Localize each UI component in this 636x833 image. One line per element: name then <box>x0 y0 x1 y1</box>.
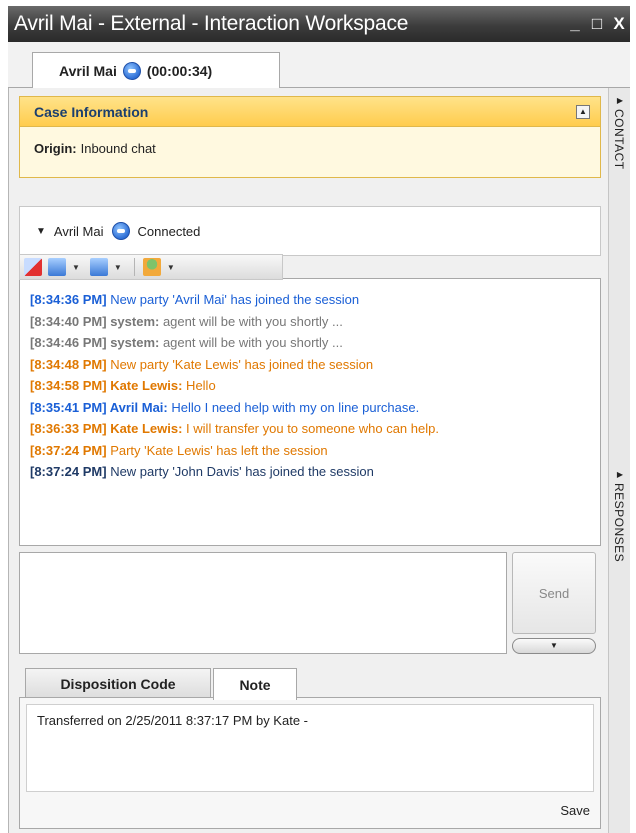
party-bar: ▼ Avril Mai Connected <box>19 206 601 256</box>
conference-icon[interactable] <box>89 258 108 276</box>
responses-panel-tab[interactable]: ▶ RESPONSES <box>609 470 631 562</box>
collapse-arrow-icon[interactable]: ▲ <box>576 105 590 119</box>
origin-label: Origin: <box>34 141 77 156</box>
message-timestamp: [8:34:36 PM] <box>30 292 107 307</box>
chat-transcript[interactable]: [8:34:36 PM] New party 'Avril Mai' has j… <box>19 278 601 546</box>
chat-message: [8:34:48 PM] New party 'Kate Lewis' has … <box>30 354 600 376</box>
transfer-icon[interactable] <box>48 258 66 276</box>
message-text: New party 'Kate Lewis' has joined the se… <box>106 356 374 372</box>
message-sender: Avril Mai: <box>106 399 168 415</box>
tab-avril-mai[interactable]: Avril Mai (00:00:34) <box>32 52 280 89</box>
tab-note[interactable]: Note <box>213 668 297 700</box>
message-text: New party 'John Davis' has joined the se… <box>106 464 374 479</box>
message-sender: Kate Lewis: <box>106 378 183 393</box>
consult-dropdown-arrow[interactable]: ▼ <box>167 263 175 272</box>
chat-message: [8:35:41 PM] Avril Mai: Hello I need hel… <box>30 397 600 419</box>
tab-timer: (00:00:34) <box>146 63 213 79</box>
case-information-title: Case Information <box>34 103 149 120</box>
message-timestamp: [8:34:48 PM] <box>30 356 107 372</box>
close-button[interactable]: X <box>608 14 630 34</box>
interaction-workspace-window: Avril Mai - External - Interaction Works… <box>0 0 636 833</box>
chat-message: [8:36:33 PM] Kate Lewis: I will transfer… <box>30 418 600 440</box>
message-timestamp: [8:34:46 PM] <box>30 335 107 350</box>
chat-icon <box>122 62 141 80</box>
note-panel: Transferred on 2/25/2011 8:37:17 PM by K… <box>19 697 601 829</box>
note-textarea[interactable]: Transferred on 2/25/2011 8:37:17 PM by K… <box>26 704 594 792</box>
expand-arrow-icon: ▶ <box>616 96 624 105</box>
chat-message: [8:34:40 PM] system: agent will be with … <box>30 311 600 333</box>
contact-panel-tab[interactable]: ▶ CONTACT <box>609 96 631 170</box>
message-text: Hello <box>182 378 216 393</box>
chat-message: [8:34:36 PM] New party 'Avril Mai' has j… <box>30 289 600 311</box>
transfer-dropdown-arrow[interactable]: ▼ <box>72 263 80 272</box>
bottom-tab-strip: Disposition Code Note <box>19 666 601 700</box>
title-bar[interactable]: Avril Mai - External - Interaction Works… <box>8 6 630 42</box>
case-information-header[interactable]: Case Information ▲ <box>20 97 600 127</box>
toolbar-separator <box>133 258 135 276</box>
chat-status-icon <box>111 222 130 240</box>
chat-message: [8:37:24 PM] New party 'John Davis' has … <box>30 461 600 483</box>
chat-toolbar: ▼ ▼ ▼ <box>19 254 283 280</box>
message-timestamp: [8:37:24 PM] <box>30 442 107 458</box>
message-timestamp: [8:36:33 PM] <box>30 421 107 436</box>
message-sender: system: <box>106 313 160 329</box>
end-chat-icon[interactable] <box>24 258 42 276</box>
message-text: New party 'Avril Mai' has joined the ses… <box>106 292 360 307</box>
tab-disposition-code[interactable]: Disposition Code <box>25 668 211 699</box>
expand-arrow-icon: ▶ <box>616 470 624 479</box>
conference-dropdown-arrow[interactable]: ▼ <box>114 263 122 272</box>
origin-value: Inbound chat <box>80 141 156 156</box>
contact-label: CONTACT <box>612 109 626 170</box>
side-panel-bar: ▶ CONTACT ▶ RESPONSES <box>608 88 630 833</box>
message-sender: system: <box>106 335 160 350</box>
party-name[interactable]: Avril Mai <box>54 224 104 239</box>
main-panel: Case Information ▲ Origin: Inbound chat ▼… <box>8 88 608 833</box>
message-timestamp: [8:34:40 PM] <box>30 313 107 329</box>
message-text: agent will be with you shortly ... <box>159 335 343 350</box>
save-button[interactable]: Save <box>560 803 590 818</box>
send-button[interactable]: Send <box>512 552 596 634</box>
interaction-tab-strip: Avril Mai (00:00:34) <box>8 42 630 89</box>
chat-message: [8:34:58 PM] Kate Lewis: Hello <box>30 375 600 397</box>
message-timestamp: [8:37:24 PM] <box>30 464 107 479</box>
message-timestamp: [8:35:41 PM] <box>30 399 107 415</box>
window-title: Avril Mai - External - Interaction Works… <box>14 12 409 35</box>
case-information-panel: Case Information ▲ Origin: Inbound chat <box>19 96 601 178</box>
tab-label: Avril Mai <box>59 63 117 79</box>
chat-message: [8:37:24 PM] Party 'Kate Lewis' has left… <box>30 440 600 462</box>
message-text: Hello I need help with my on line purcha… <box>167 399 420 415</box>
message-text: Party 'Kate Lewis' has left the session <box>106 442 328 458</box>
send-options-dropdown[interactable]: ▼ <box>512 638 596 654</box>
party-status: Connected <box>137 223 201 239</box>
minimize-button[interactable]: _ <box>564 14 586 34</box>
maximize-button[interactable]: □ <box>586 14 608 34</box>
message-sender: Kate Lewis: <box>106 421 183 436</box>
consult-icon[interactable] <box>142 258 161 276</box>
message-timestamp: [8:34:58 PM] <box>30 378 107 393</box>
message-text: agent will be with you shortly ... <box>159 313 343 329</box>
chat-message: [8:34:46 PM] system: agent will be with … <box>30 332 600 354</box>
responses-label: RESPONSES <box>612 483 626 563</box>
case-information-body: Origin: Inbound chat <box>20 127 600 156</box>
message-text: I will transfer you to someone who can h… <box>182 421 439 436</box>
message-input[interactable] <box>19 552 507 654</box>
expand-triangle-icon[interactable]: ▼ <box>36 226 46 237</box>
